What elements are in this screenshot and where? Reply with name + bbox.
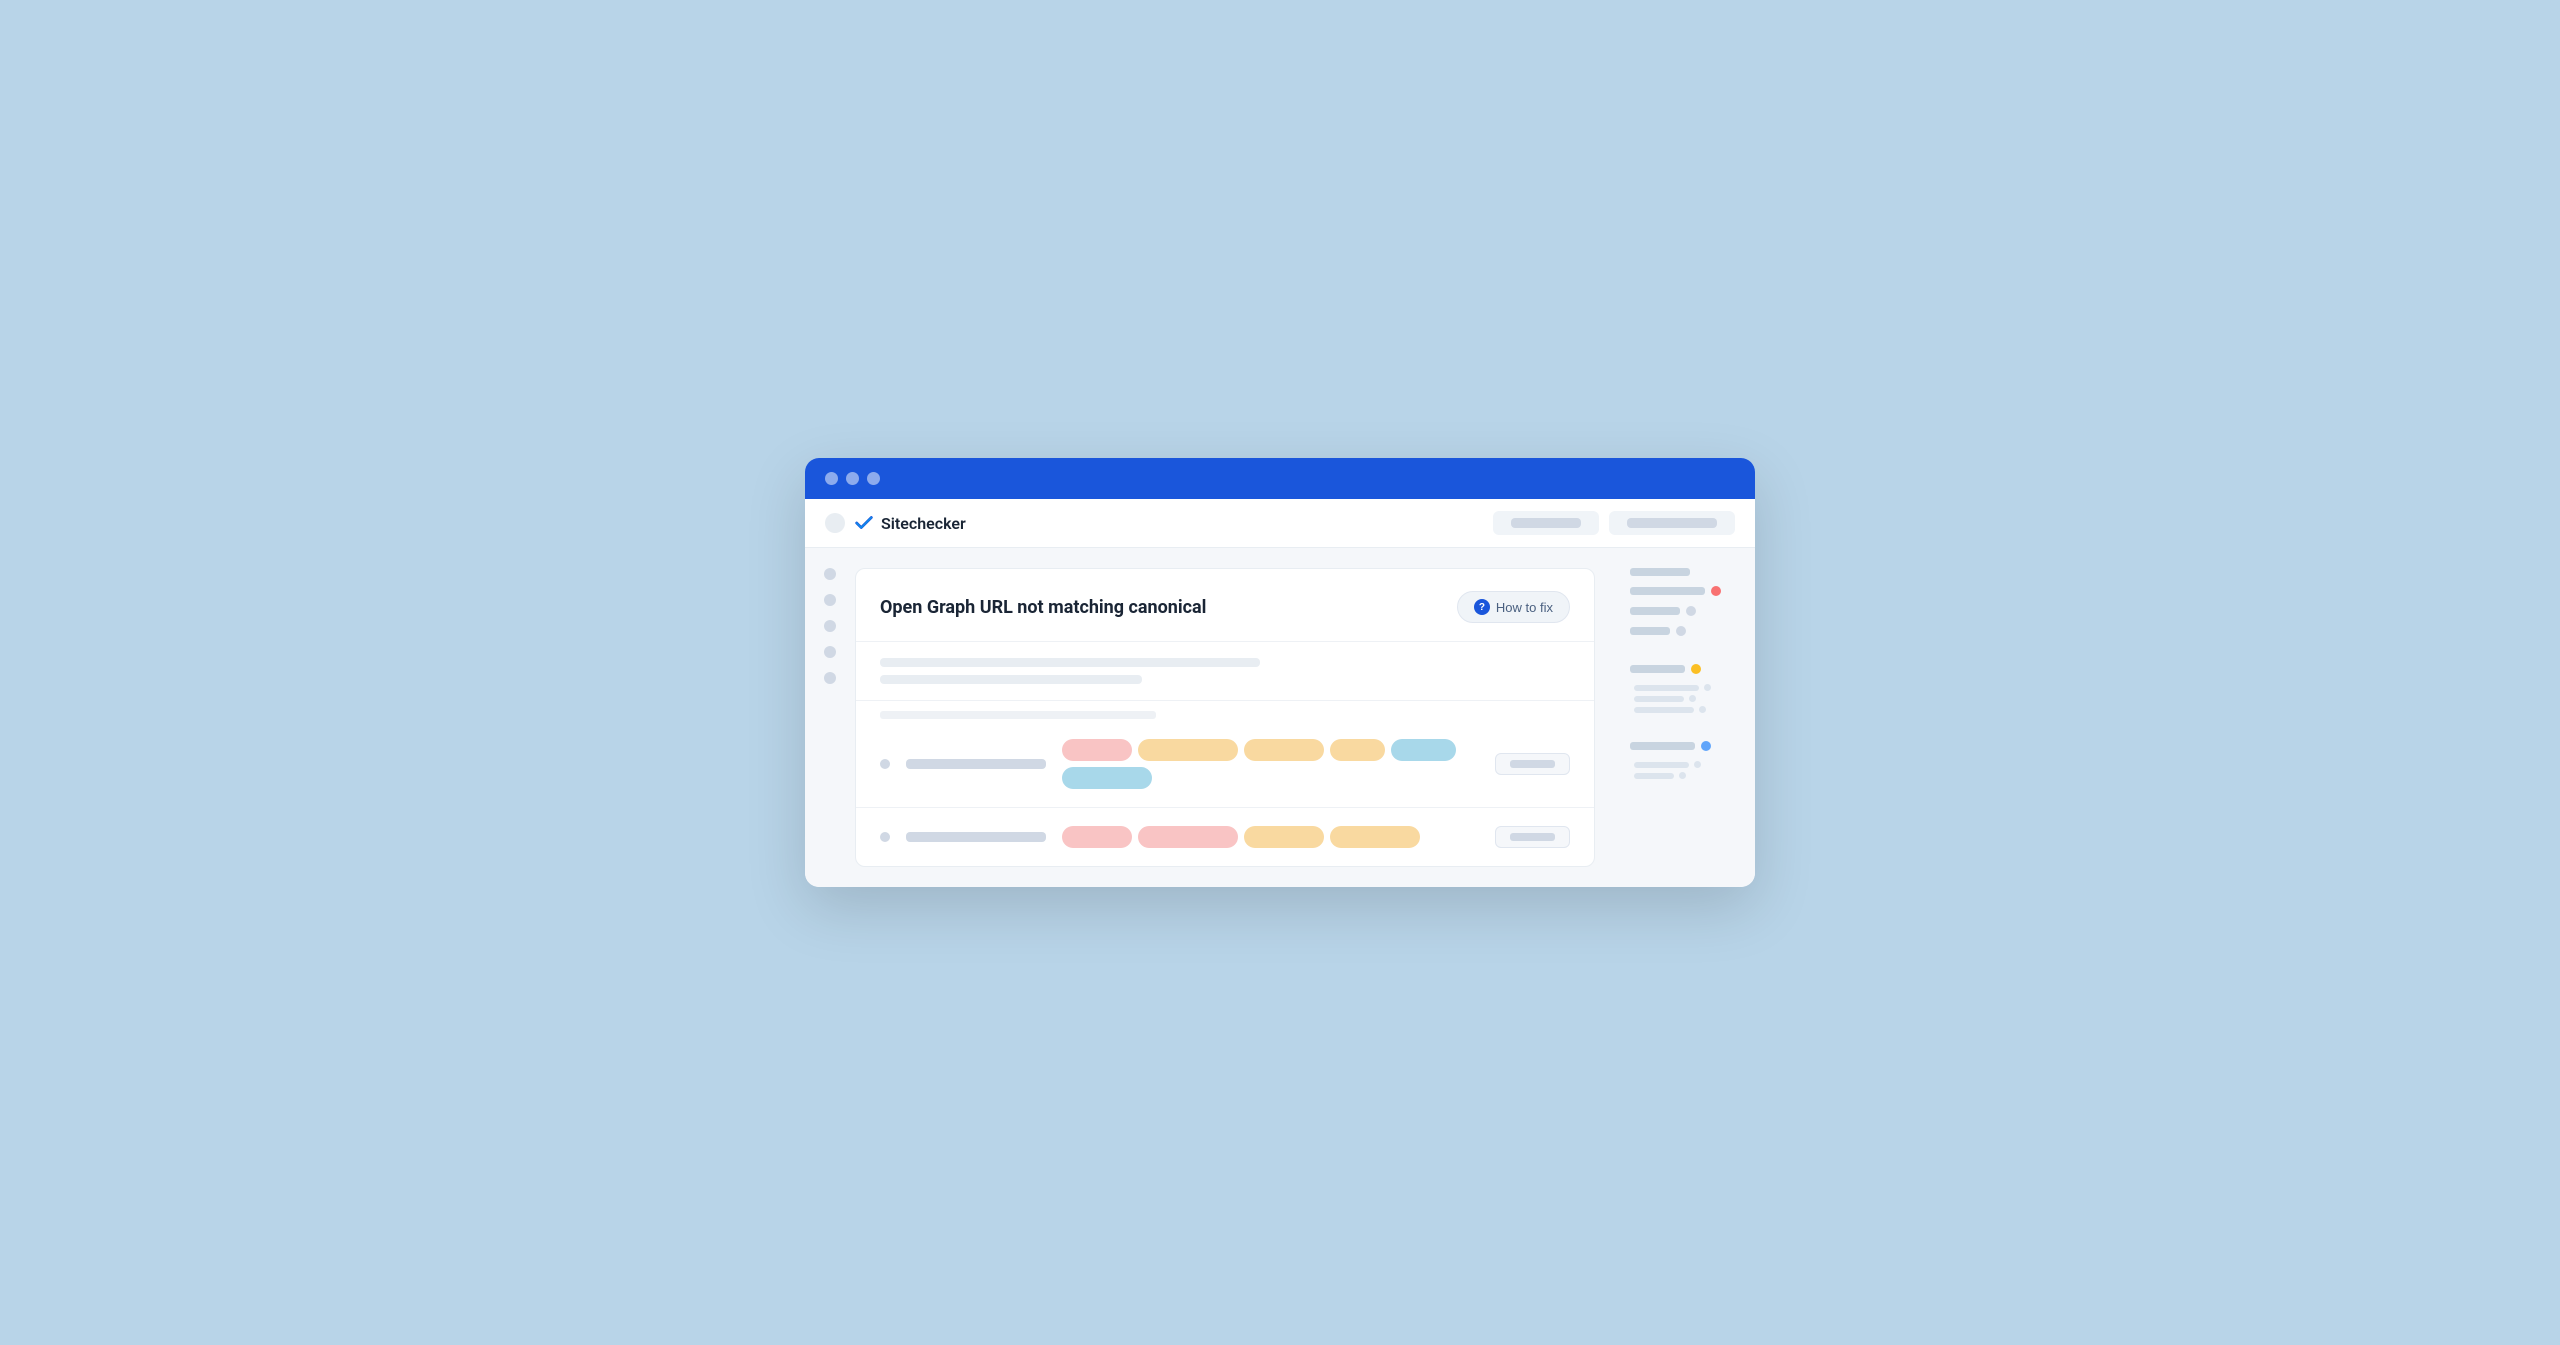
rs-sub-dot-1 — [1704, 684, 1711, 691]
main-content: Open Graph URL not matching canonical ? … — [855, 548, 1615, 887]
rs-spacer-1 — [1630, 646, 1740, 654]
card-header: Open Graph URL not matching canonical ? … — [856, 569, 1594, 642]
sidebar-dot-4 — [824, 646, 836, 658]
how-to-fix-button[interactable]: ? How to fix — [1457, 591, 1570, 623]
nav-button-2-content — [1627, 518, 1717, 528]
rs-bar-6 — [1630, 742, 1695, 750]
rs-sub-group-2 — [1630, 761, 1740, 779]
desc-line-1 — [880, 658, 1260, 667]
tag-blue-1 — [1391, 739, 1456, 761]
sidebar-dot-1 — [824, 568, 836, 580]
browser-content: Open Graph URL not matching canonical ? … — [805, 548, 1755, 887]
row-tags-2 — [1062, 826, 1479, 848]
row-action-2 — [1495, 826, 1570, 848]
navbar-buttons — [1493, 511, 1735, 535]
brand-avatar — [825, 513, 845, 533]
rs-item-5 — [1630, 664, 1740, 674]
row-label-2 — [906, 832, 1046, 842]
window-dot-yellow — [846, 472, 859, 485]
right-sidebar — [1615, 548, 1755, 887]
browser-titlebar — [805, 458, 1755, 499]
rs-sub-bar-3 — [1634, 707, 1694, 713]
sitechecker-logo-icon — [853, 512, 875, 534]
rs-sub-bar-5 — [1634, 773, 1674, 779]
tag-pink-1 — [1062, 739, 1132, 761]
rs-bar-1 — [1630, 568, 1690, 576]
action-button-2-content — [1510, 833, 1555, 841]
sidebar-dot-5 — [824, 672, 836, 684]
rs-dot-orange-1 — [1691, 664, 1701, 674]
action-button-1-content — [1510, 760, 1555, 768]
description-section — [856, 642, 1594, 701]
rs-item-3 — [1630, 606, 1740, 616]
browser-body: Open Graph URL not matching canonical ? … — [805, 548, 1755, 887]
rs-sub-item-1 — [1634, 684, 1740, 691]
nav-button-1[interactable] — [1493, 511, 1599, 535]
table-row — [856, 721, 1594, 808]
brand-logo: Sitechecker — [853, 512, 966, 534]
question-icon: ? — [1474, 599, 1490, 615]
tag-pink-2 — [1062, 826, 1132, 848]
rs-dot-red-1 — [1711, 586, 1721, 596]
row-tags-1 — [1062, 739, 1479, 789]
table-row-2 — [856, 808, 1594, 866]
rs-dot-gray-2 — [1676, 626, 1686, 636]
tag-orange-5 — [1330, 826, 1420, 848]
rs-sub-dot-4 — [1694, 761, 1701, 768]
rs-sub-item-5 — [1634, 772, 1740, 779]
tag-pink-3 — [1138, 826, 1238, 848]
card-title: Open Graph URL not matching canonical — [880, 597, 1206, 618]
row-indicator-1 — [880, 759, 890, 769]
rs-item-6 — [1630, 741, 1740, 751]
content-card: Open Graph URL not matching canonical ? … — [855, 568, 1595, 867]
browser-navbar: Sitechecker — [805, 499, 1755, 548]
row-action-1 — [1495, 753, 1570, 775]
rs-dot-blue-1 — [1701, 741, 1711, 751]
rs-sub-item-3 — [1634, 706, 1740, 713]
sidebar-dot-2 — [824, 594, 836, 606]
left-sidebar — [805, 548, 855, 887]
rs-sub-item-4 — [1634, 761, 1740, 768]
rs-bar-3 — [1630, 607, 1680, 615]
rs-dot-gray-1 — [1686, 606, 1696, 616]
rs-item-4 — [1630, 626, 1740, 636]
rs-sub-dot-3 — [1699, 706, 1706, 713]
rs-sub-bar-1 — [1634, 685, 1699, 691]
rs-sub-group-1 — [1630, 684, 1740, 713]
rs-item-2 — [1630, 586, 1740, 596]
rs-bar-2 — [1630, 587, 1705, 595]
window-dot-red — [825, 472, 838, 485]
how-to-fix-label: How to fix — [1496, 600, 1553, 615]
brand-name-label: Sitechecker — [881, 514, 966, 533]
row-label-1 — [906, 759, 1046, 769]
rs-item-1 — [1630, 568, 1740, 576]
tag-orange-2 — [1244, 739, 1324, 761]
tag-orange-4 — [1244, 826, 1324, 848]
browser-window: Sitechecker — [805, 458, 1755, 887]
action-button-2[interactable] — [1495, 826, 1570, 848]
sidebar-dot-3 — [824, 620, 836, 632]
nav-button-1-content — [1511, 518, 1581, 528]
rs-spacer-2 — [1630, 723, 1740, 731]
rs-bar-5 — [1630, 665, 1685, 673]
rs-sub-dot-5 — [1679, 772, 1686, 779]
window-dot-green — [867, 472, 880, 485]
tag-orange-3 — [1330, 739, 1385, 761]
action-button-1[interactable] — [1495, 753, 1570, 775]
nav-button-2[interactable] — [1609, 511, 1735, 535]
rs-sub-dot-2 — [1689, 695, 1696, 702]
brand: Sitechecker — [825, 512, 966, 534]
rs-bar-4 — [1630, 627, 1670, 635]
tag-blue-2 — [1062, 767, 1152, 789]
rs-sub-bar-2 — [1634, 696, 1684, 702]
rs-sub-item-2 — [1634, 695, 1740, 702]
tag-orange-1 — [1138, 739, 1238, 761]
row-indicator-2 — [880, 832, 890, 842]
desc-line-2 — [880, 675, 1142, 684]
rs-sub-bar-4 — [1634, 762, 1689, 768]
